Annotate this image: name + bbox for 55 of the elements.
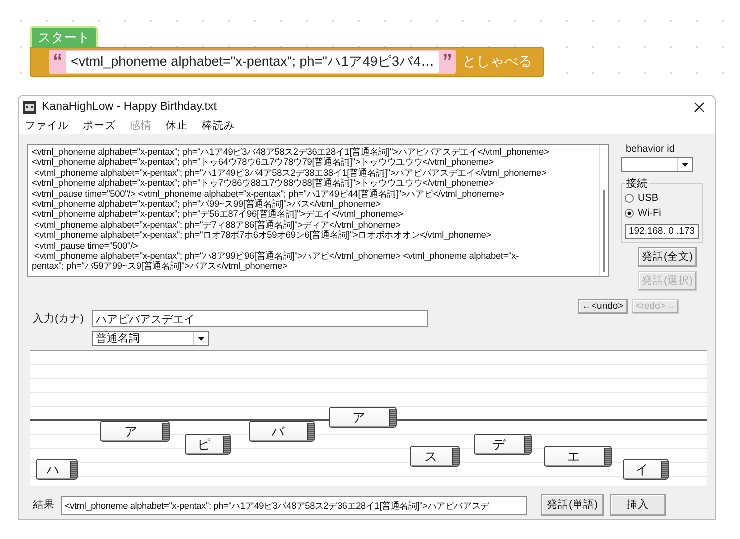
- script-line: <vtml_phoneme alphabet="x-pentax"; ph="デ56エ87イ96[普通名詞]">デエイ</vtml_phoneme>: [32, 209, 404, 220]
- caret-icon: [198, 336, 204, 340]
- syllable-block[interactable]: ハ: [36, 459, 78, 480]
- radio-label: USB: [638, 193, 659, 204]
- open-quote: “: [53, 53, 63, 71]
- caret-icon: [682, 162, 688, 166]
- text-field[interactable]: <vtml_phoneme alphabet="x-pentax"; ph="ハ1ア49ピ3バ4…: [66, 51, 440, 73]
- app-icon: [23, 100, 36, 114]
- window-title: KanaHighLow - Happy Birthday.txt: [42, 101, 218, 113]
- script-line: <vtml_phoneme alphabet="x-pentax"; ph="ハ1ア49ピ3バ48ア58ス2デ36エ28イ1[普通名詞]">ハアピバアスデエイ</vtml_phoneme>: [32, 147, 550, 157]
- syllable-block[interactable]: ア: [329, 407, 397, 428]
- action-button[interactable]: 挿入: [610, 494, 666, 516]
- syllable-block[interactable]: ア: [100, 421, 170, 442]
- block-label: としゃべる: [462, 53, 532, 71]
- text-block[interactable]: “ <vtml_phoneme alphabet="x-pentax"; ph="ハ1ア49ピ3バ4… ”: [49, 50, 456, 74]
- menu-item[interactable]: ポーズ: [83, 119, 116, 133]
- connection-label: 接続: [625, 176, 649, 191]
- script-line: <vtml_pause time="500"/> <vtml_phoneme alphabet="x-pentax"; ph="ハ1ア49ピ44[普通名詞]">ハアピ</vtml_phoneme>: [32, 188, 506, 199]
- speak-button[interactable]: 発話(全文): [638, 247, 697, 267]
- ip-address-field[interactable]: 192.168. 0 .173: [625, 224, 700, 239]
- kana-input-label: 入力(カナ): [33, 312, 84, 326]
- close-icon: [694, 102, 705, 112]
- syllable-block[interactable]: デ: [474, 434, 532, 455]
- script-line: pentax"; ph="バ59ア99~ス9[普通名詞]">バアス</vtml_phoneme>: [32, 261, 289, 272]
- syllable-block[interactable]: エ: [544, 446, 612, 467]
- script-line: <vtml_phoneme alphabet="x-pentax"; ph="トゥ64ウ78ウ6ユ7ウ78ウ79[普通名詞]">トゥウウユウウ</vtml_phoneme>: [32, 157, 495, 168]
- script-line: <vtml_pause time="500"/>: [33, 240, 140, 252]
- radio-button[interactable]: [625, 209, 634, 218]
- category-dropdown[interactable]: 普通名詞: [92, 331, 209, 346]
- result-label: 結果: [33, 498, 55, 512]
- result-field[interactable]: <vtml_phoneme alphabet="x-pentax"; ph="ハ1ア49ピ3バ48ア58ス2デ36エ28イ1[普通名詞]">ハアピバアスデ: [61, 496, 527, 514]
- script-line: <vtml_phoneme alphabet="x-pentax"; ph="バ99~ス99[普通名詞]">バス</vtml_phoneme>: [32, 199, 382, 210]
- history-button[interactable]: ←<undo>: [578, 299, 628, 314]
- syllable-block[interactable]: バ: [249, 421, 315, 442]
- behavior-id-label: behavior id: [626, 144, 676, 155]
- syllable-block[interactable]: ピ: [185, 434, 231, 455]
- menu-item[interactable]: ファイル: [25, 119, 69, 133]
- menu-item[interactable]: 休止: [166, 119, 188, 133]
- syllable-block[interactable]: イ: [623, 459, 669, 480]
- scrollbar-thumb[interactable]: [603, 190, 605, 272]
- script-line: <vtml_phoneme alphabet="x-pentax"; ph="ロオ78ボ7ホ6オ59オ69ン6[普通名詞]">ロオボホオオン</vtml_phoneme>: [33, 230, 492, 241]
- script-line: <vtml_phoneme alphabet="x-pentax"; ph="ハ8ア99ピ96[普通名詞]">ハアピ</vtml_phoneme> <vtml_phoneme alphabet="x-: [33, 251, 520, 262]
- speak-block[interactable]: “ <vtml_phoneme alphabet="x-pentax"; ph="ハ1ア49ピ3バ4… ” としゃべる: [30, 47, 544, 77]
- radio-button[interactable]: [625, 194, 634, 203]
- syllable-block[interactable]: ス: [410, 446, 460, 467]
- script-line: <vtml_phoneme alphabet="x-pentax"; ph="デ7ィ88ア86[普通名詞]">ディア</vtml_phoneme>: [33, 220, 402, 230]
- radio-label: Wi-Fi: [638, 208, 662, 219]
- kana-input-field[interactable]: ハアピバアスデエイ: [92, 310, 428, 327]
- close-quote: ”: [442, 53, 452, 71]
- script-line: <vtml_phoneme alphabet="x-pentax"; ph="トゥ7ウ86ウ88ユ7ウ88ウ88[普通名詞]">トゥウウユウウ</vtml_phoneme>: [32, 178, 495, 189]
- script-text-area[interactable]: [27, 144, 609, 277]
- action-button[interactable]: 発話(単語): [541, 494, 604, 516]
- behavior-id-dropdown[interactable]: [621, 157, 693, 172]
- menu-item[interactable]: 棒読み: [202, 119, 235, 133]
- script-line: <vtml_phoneme alphabet="x-pentax"; ph="ハ1ア49ピ3バ4ア58ス2デ38エ38イ1[普通名詞]">ハアピバアスデエイ</vtml_phoneme>: [33, 168, 548, 178]
